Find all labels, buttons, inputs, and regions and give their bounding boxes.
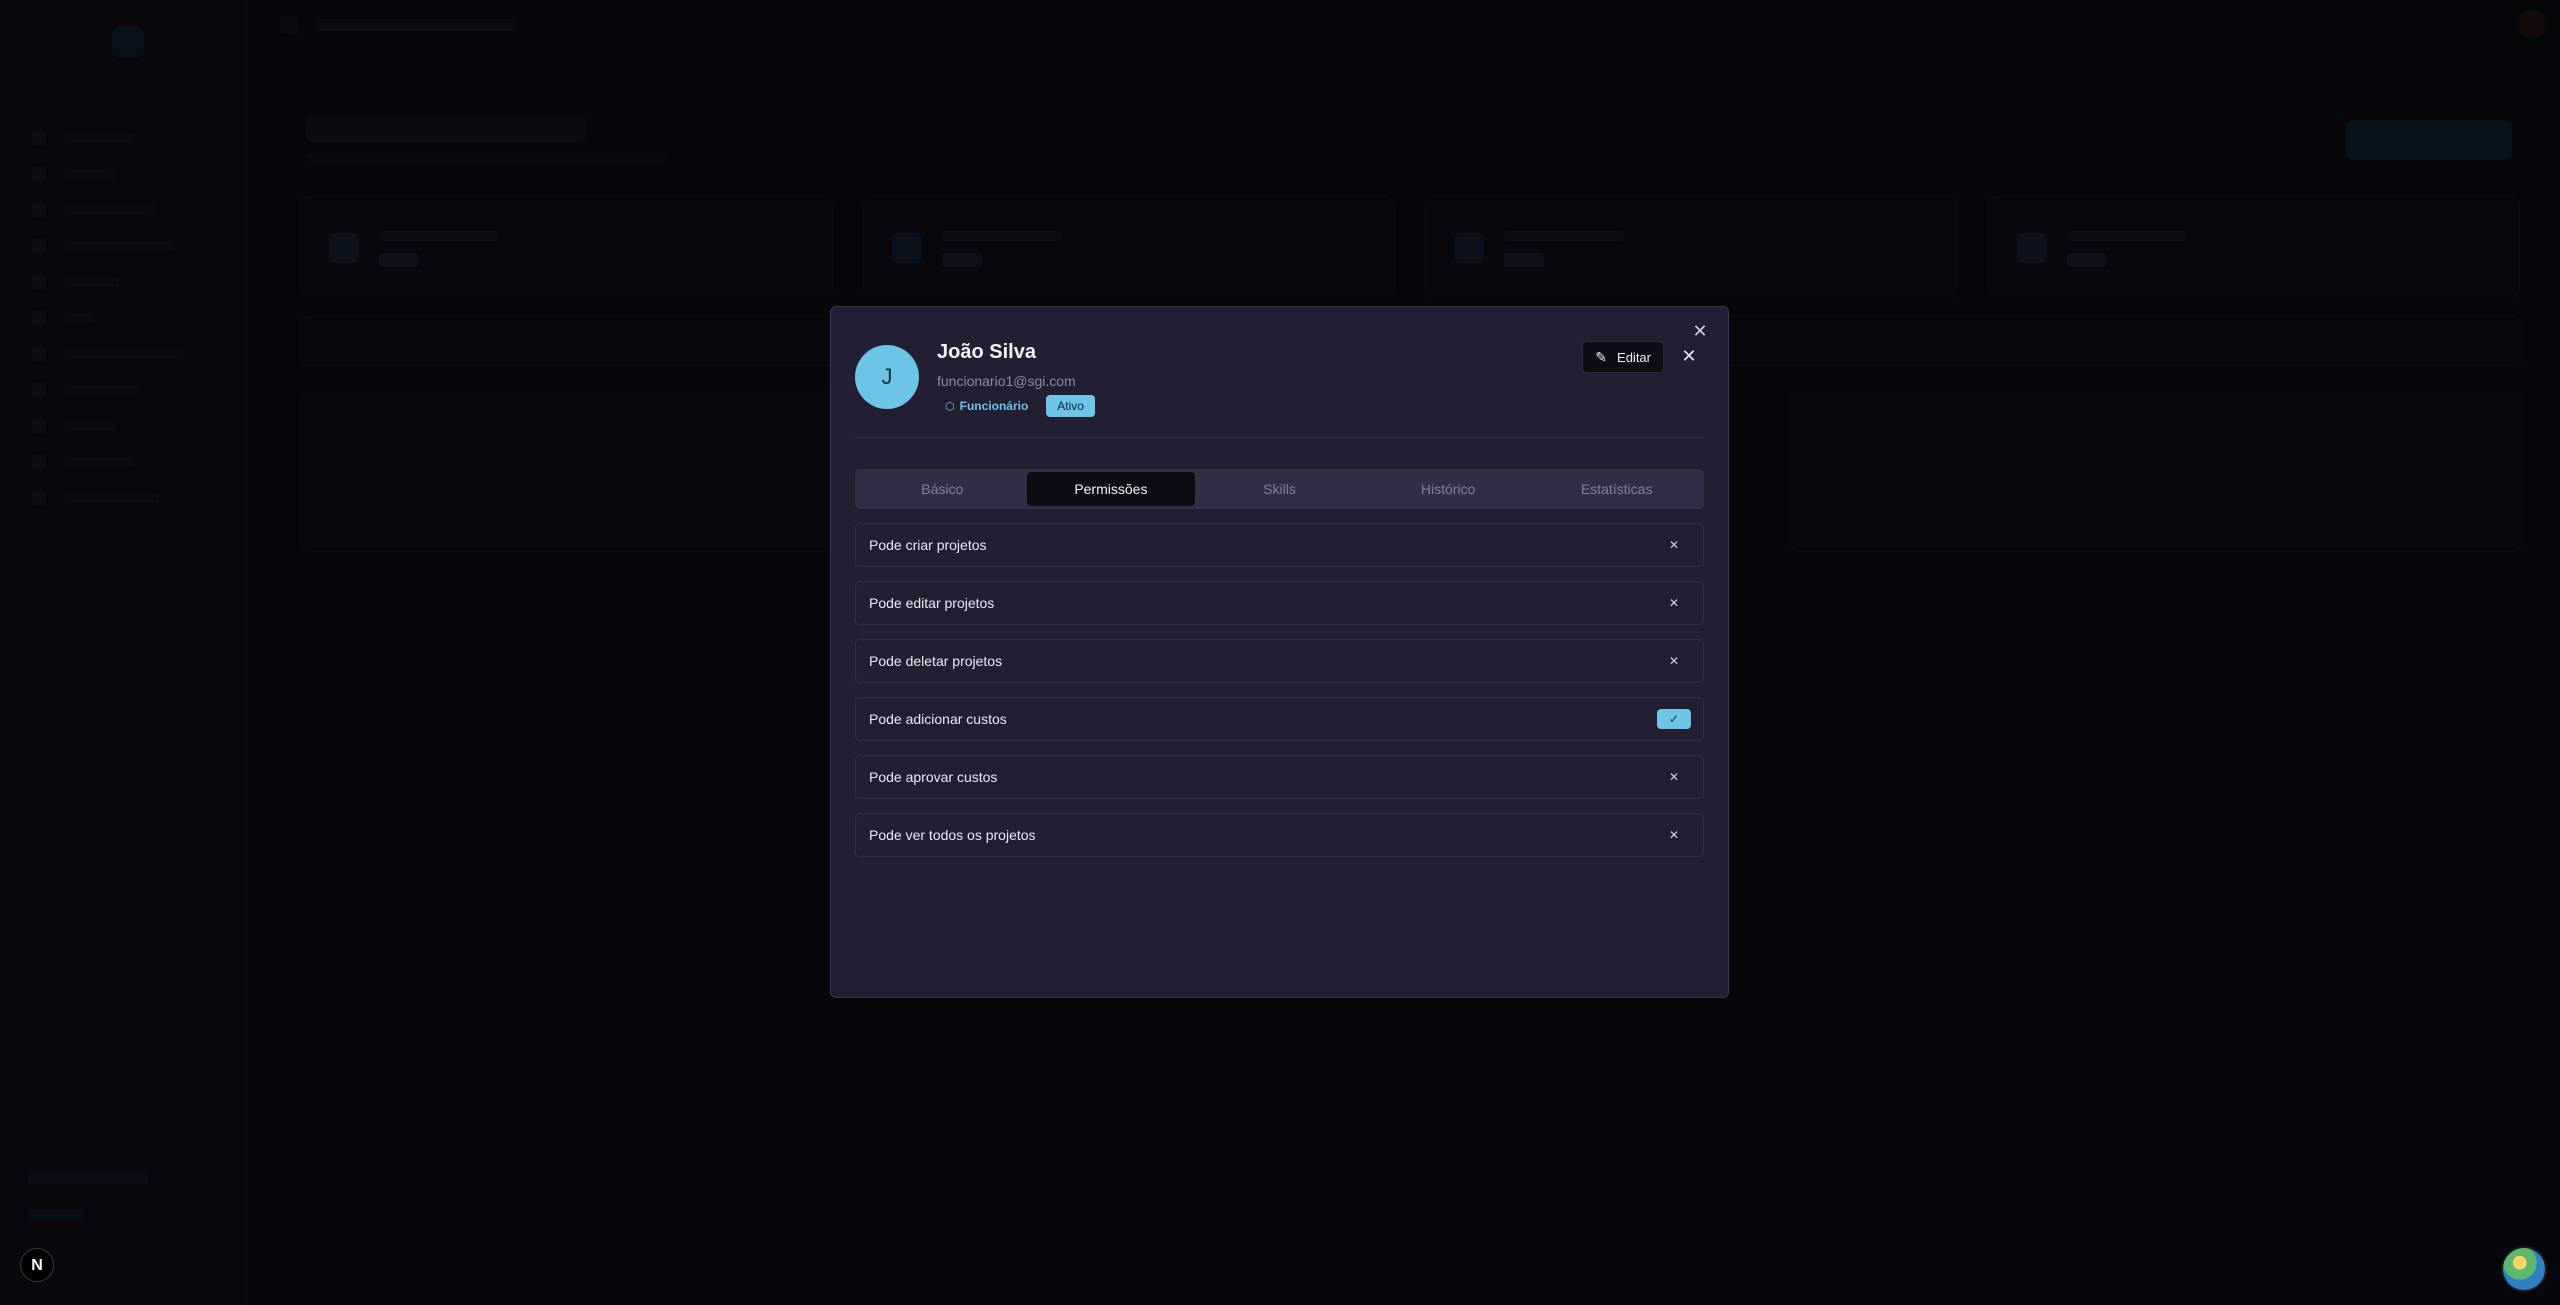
close-icon: ✕: [1668, 538, 1680, 552]
status-badge: Ativo: [1046, 395, 1095, 417]
permission-row: Pode aprovar custos ✕: [855, 755, 1704, 799]
user-details-dialog: ✕ J João Silva funcionario1@sgi.com ⬡ Fu…: [830, 306, 1729, 998]
close-icon: ✕: [1668, 770, 1680, 784]
close-icon: ✕: [1668, 596, 1680, 610]
permission-toggle[interactable]: ✕: [1657, 825, 1691, 845]
tab-historico[interactable]: Histórico: [1364, 472, 1533, 506]
edit-button-label: Editar: [1617, 349, 1651, 365]
permissions-list: Pode criar projetos ✕ Pode editar projet…: [855, 523, 1704, 871]
permission-row: Pode editar projetos ✕: [855, 581, 1704, 625]
user-email: funcionario1@sgi.com: [937, 373, 1076, 389]
close-icon: ✕: [1668, 654, 1680, 668]
tab-skills[interactable]: Skills: [1195, 472, 1364, 506]
permission-row: Pode criar projetos ✕: [855, 523, 1704, 567]
shield-icon: ⬡: [945, 400, 955, 413]
user-name: João Silva: [937, 341, 1036, 363]
avatar: J: [855, 345, 919, 409]
edit-icon: ✎: [1595, 348, 1608, 365]
permission-label: Pode adicionar custos: [869, 711, 1007, 727]
permission-label: Pode ver todos os projetos: [869, 827, 1036, 843]
permission-label: Pode editar projetos: [869, 595, 995, 611]
edit-button[interactable]: ✎ Editar: [1582, 341, 1664, 373]
close-icon: ✕: [1668, 828, 1680, 842]
tab-permissoes[interactable]: Permissões: [1026, 472, 1196, 506]
user-tabs: Básico Permissões Skills Histórico Estat…: [855, 469, 1704, 509]
user-header: J João Silva funcionario1@sgi.com ⬡ Func…: [855, 339, 1704, 438]
assistant-bubble-icon[interactable]: [2501, 1246, 2547, 1292]
permission-row: Pode deletar projetos ✕: [855, 639, 1704, 683]
permission-toggle[interactable]: ✕: [1657, 767, 1691, 787]
user-badges: ⬡ Funcionário Ativo: [937, 395, 1095, 417]
permission-toggle[interactable]: ✕: [1657, 535, 1691, 555]
permission-label: Pode aprovar custos: [869, 769, 998, 785]
role-badge: ⬡ Funcionário: [937, 396, 1036, 416]
check-icon: ✓: [1668, 712, 1680, 726]
permission-toggle[interactable]: ✓: [1657, 709, 1691, 729]
permission-row: Pode adicionar custos ✓: [855, 697, 1704, 741]
permission-toggle[interactable]: ✕: [1657, 651, 1691, 671]
permission-label: Pode deletar projetos: [869, 653, 1003, 669]
role-label: Funcionário: [959, 399, 1029, 413]
close-icon[interactable]: ✕: [1678, 345, 1700, 367]
nextjs-devtools-button[interactable]: N: [20, 1248, 54, 1282]
tab-estatisticas[interactable]: Estatísticas: [1532, 472, 1701, 506]
permission-row: Pode ver todos os projetos ✕: [855, 813, 1704, 857]
tab-basico[interactable]: Básico: [858, 472, 1027, 506]
permission-label: Pode criar projetos: [869, 537, 987, 553]
close-icon[interactable]: ✕: [1690, 321, 1710, 341]
permission-toggle[interactable]: ✕: [1657, 593, 1691, 613]
